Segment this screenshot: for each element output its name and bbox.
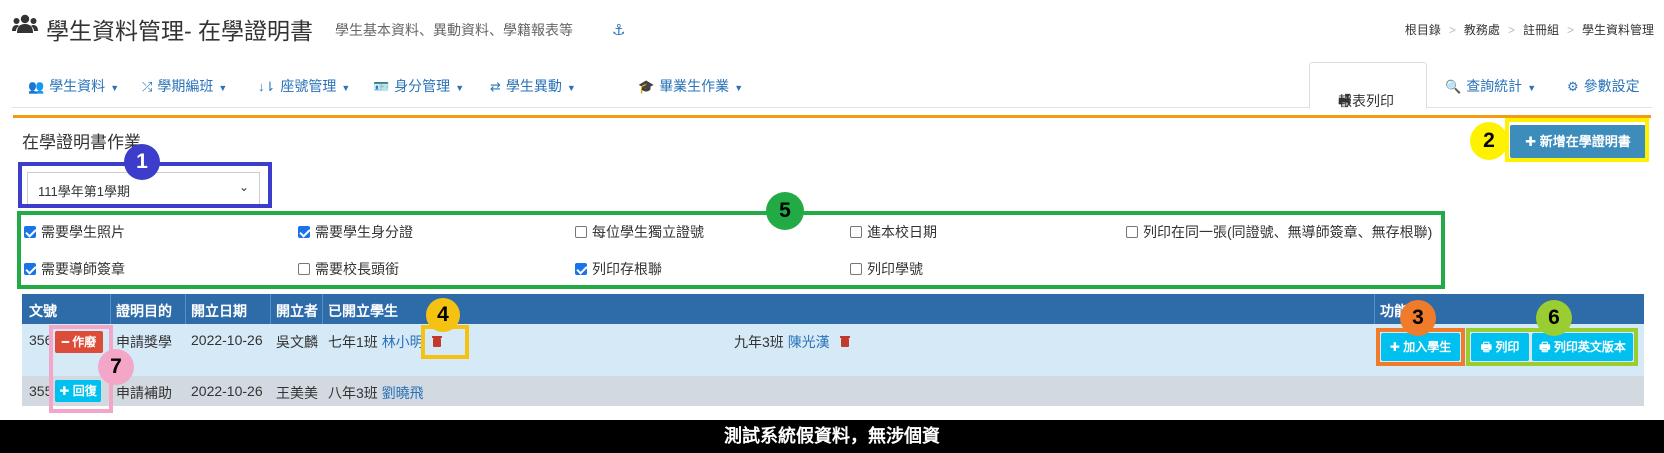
shuffle-icon: ⤮ [142, 79, 153, 94]
checkbox[interactable] [850, 226, 862, 238]
option-individual-cert-no[interactable]: 每位學生獨立證號 [575, 222, 704, 242]
page-title: 學生資料管理- 在學證明書 [46, 18, 314, 44]
id-card-icon: 🪪 [373, 79, 390, 94]
nav-student-data[interactable]: 👥 學生資料 ▼ [28, 76, 119, 96]
col-header-date: 開立日期 [191, 303, 247, 319]
breadcrumb-item-registration[interactable]: 註冊組 [1523, 23, 1559, 37]
caret-down-icon: ▼ [110, 83, 120, 93]
cert-date: 2022-10-26 [191, 332, 263, 348]
col-header-students: 已開立學生 [328, 303, 398, 319]
option-student-id[interactable]: 需要學生身分證 [298, 222, 413, 242]
breadcrumb-item-root[interactable]: 根目錄 [1405, 23, 1441, 37]
caret-down-icon: ▼ [1343, 91, 1352, 101]
cert-issuer: 吳文麟 [276, 334, 318, 350]
student-entry: 八年3班 劉曉飛 [328, 385, 424, 401]
page-subtitle: 學生基本資料、異動資料、學籍報表等 [335, 22, 573, 38]
marker-badge-5: 5 [766, 192, 804, 230]
option-print-stub[interactable]: 列印存根聯 [575, 259, 662, 279]
main-nav: 👥 學生資料 ▼ ⤮ 學期編班 ▼ ↓⇂ 座號管理 ▼ 🪪 身分管理 ▼ ⇄ 學生異動 ▼ 🎓 畢業生… [12, 62, 1652, 109]
trash-icon[interactable] [840, 336, 850, 347]
nav-transfer[interactable]: ⇄ 學生異動 ▼ [490, 76, 576, 96]
search-icon: 🔍 [1445, 79, 1462, 94]
marker-badge-3: 3 [1400, 300, 1436, 336]
nav-class-assign[interactable]: ⤮ 學期編班 ▼ [142, 76, 227, 96]
marker-badge-4: 4 [426, 298, 460, 332]
cert-purpose: 申請獎學 [116, 334, 172, 350]
option-same-sheet[interactable]: 列印在同一張(同證號、無導師簽章、無存根聯) [1126, 222, 1432, 242]
checkbox[interactable] [575, 226, 587, 238]
caret-down-icon: ▼ [1527, 83, 1537, 93]
nav-identity[interactable]: 🪪 身分管理 ▼ [373, 76, 464, 96]
breadcrumb-item-academic[interactable]: 教務處 [1464, 23, 1500, 37]
caret-down-icon: ▼ [341, 83, 351, 93]
footer-notice: 測試系統假資料，無涉個資 [0, 420, 1664, 453]
option-print-student-no[interactable]: 列印學號 [850, 259, 923, 279]
nav-seat-number[interactable]: ↓⇂ 座號管理 ▼ [258, 76, 350, 96]
checkbox[interactable] [850, 263, 862, 275]
caret-down-icon: ▼ [218, 83, 228, 93]
breadcrumb-item-current: 學生資料管理 [1581, 23, 1654, 37]
nav-settings[interactable]: ⚙ 參數設定 [1567, 76, 1640, 96]
cert-date: 2022-10-26 [191, 383, 263, 399]
users-icon [12, 14, 38, 33]
caret-down-icon: ▼ [455, 83, 465, 93]
cert-purpose: 申請補助 [116, 385, 172, 401]
col-header-issuer: 開立者 [276, 303, 318, 319]
nav-graduates[interactable]: 🎓 畢業生作業 ▼ [638, 76, 743, 96]
col-header-no: 文號 [29, 303, 57, 319]
option-enroll-date[interactable]: 進本校日期 [850, 222, 937, 242]
marker-badge-1: 1 [124, 144, 160, 180]
option-principal-title[interactable]: 需要校長頭銜 [298, 259, 399, 279]
student-entry: 七年1班 林小明 [328, 334, 424, 350]
highlight-box-2 [1505, 118, 1649, 162]
option-teacher-sign[interactable]: 需要導師簽章 [24, 259, 125, 279]
page-header: 學生資料管理- 在學證明書 學生基本資料、異動資料、學籍報表等 ⚓ 根目錄 > 教務… [0, 0, 1664, 60]
student-name-link[interactable]: 劉曉飛 [382, 385, 424, 401]
checkbox[interactable] [575, 263, 587, 275]
table-row: 355 ✚ 回復 申請補助 2022-10-26 王美美 八年3班 劉曉飛 [22, 376, 1644, 406]
col-header-purpose: 證明目的 [116, 303, 172, 319]
caret-down-icon: ▼ [734, 83, 744, 93]
anchor-icon[interactable]: ⚓ [612, 21, 625, 39]
graduation-cap-icon: 🎓 [638, 79, 655, 94]
checkbox[interactable] [1126, 226, 1138, 238]
breadcrumb: 根目錄 > 教務處 > 註冊組 > 學生資料管理 [1404, 23, 1654, 37]
marker-badge-6: 6 [1536, 300, 1572, 336]
sort-icon: ↓⇂ [258, 79, 276, 94]
checkbox[interactable] [24, 226, 36, 238]
checkbox[interactable] [24, 263, 36, 275]
panel-title: 在學證明書作業 [22, 133, 141, 152]
student-name-link[interactable]: 陳光漢 [788, 334, 830, 350]
caret-down-icon: ▼ [566, 83, 576, 93]
checkbox[interactable] [298, 226, 310, 238]
student-name-link[interactable]: 林小明 [382, 334, 424, 350]
marker-badge-7: 7 [98, 349, 134, 385]
marker-badge-2: 2 [1470, 122, 1508, 160]
gear-icon: ⚙ [1567, 79, 1579, 94]
nav-query-stats[interactable]: 🔍 查詢統計 ▼ [1445, 76, 1536, 96]
nav-print-reports[interactable]: 🖶 報表列印 ▼ [1309, 62, 1427, 109]
users-icon: 👥 [28, 79, 45, 94]
exchange-icon: ⇄ [490, 79, 501, 94]
student-entry: 九年3班 陳光漢 [734, 334, 830, 350]
cert-issuer: 王美美 [276, 385, 318, 401]
checkbox[interactable] [298, 263, 310, 275]
option-student-photo[interactable]: 需要學生照片 [24, 222, 125, 242]
